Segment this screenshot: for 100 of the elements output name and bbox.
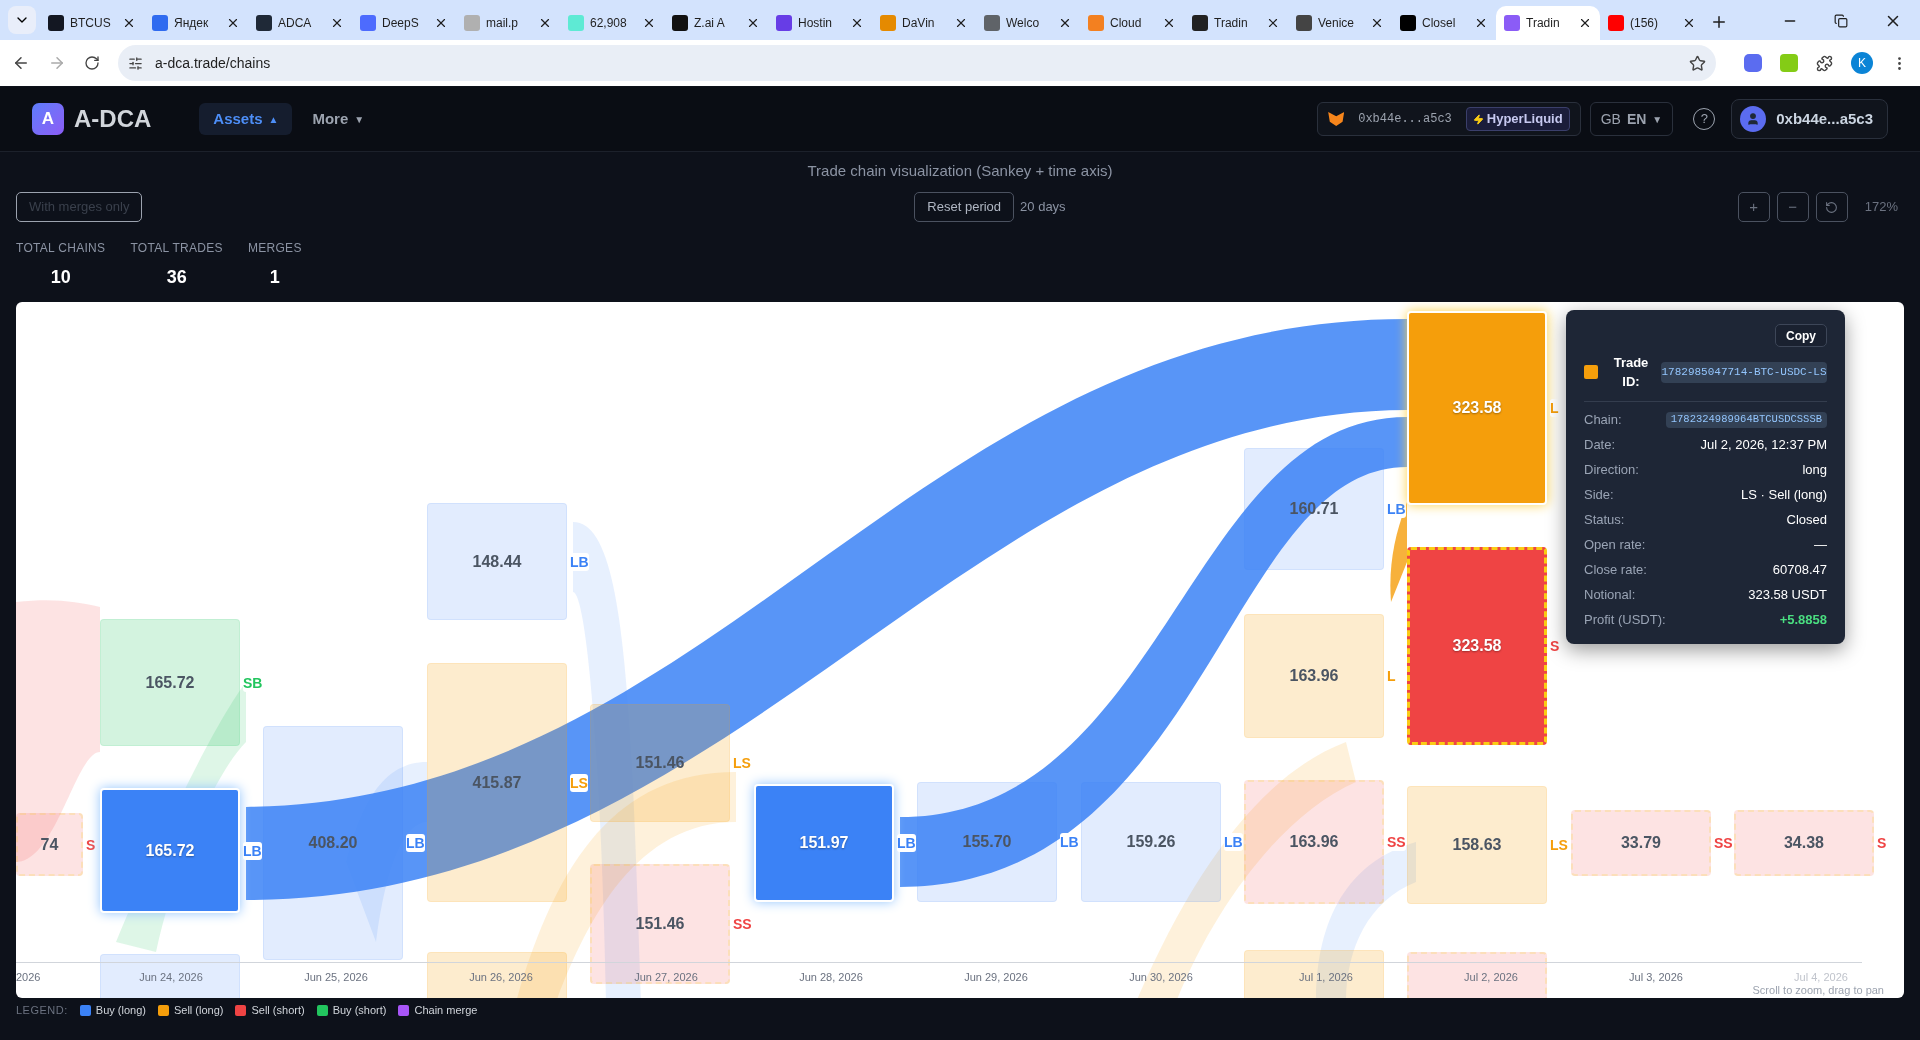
browser-tab[interactable]: ADCA [248,6,352,40]
logo-icon: A [32,103,64,135]
trade-id: 1782985047714-BTC-USDC-LS [1661,361,1827,383]
stat-value: 10 [50,266,71,289]
trade-node[interactable]: 74 [16,813,83,876]
extension-icon[interactable] [1744,54,1762,72]
close-icon[interactable] [1370,16,1384,30]
date-label: Jul 3, 2026 [1629,970,1683,985]
trade-node[interactable] [427,952,567,998]
date-label: Jul 2, 2026 [1464,970,1518,985]
detail-value: Closed [1786,511,1827,530]
tab-list-button[interactable] [8,6,36,34]
date-label: Jun 29, 2026 [964,970,1028,985]
close-icon[interactable] [1578,16,1592,30]
tab-title: Hostin [798,15,833,32]
side-tag: LB [897,834,916,852]
browser-tab[interactable]: Closel [1392,6,1496,40]
browser-tab[interactable]: Tradin [1184,6,1288,40]
stat-label: MERGES [247,240,302,257]
close-icon[interactable] [1162,16,1176,30]
new-tab-icon[interactable] [1710,13,1728,31]
reset-period-button[interactable]: Reset period [914,192,1015,222]
detail-value: LS · Sell (long) [1741,486,1827,505]
close-icon[interactable] [330,16,344,30]
trade-node[interactable]: 159.26 [1081,782,1221,902]
zoom-in-button[interactable]: + [1737,192,1770,222]
browser-tab[interactable]: Hostin [768,6,872,40]
side-tag: LB [570,552,589,571]
avatar-icon [1746,112,1761,126]
browser-tab[interactable]: Venice [1288,6,1392,40]
trade-node[interactable] [1407,952,1547,998]
close-icon[interactable] [226,16,240,30]
close-icon[interactable] [1266,16,1280,30]
date-label: Jun 26, 2026 [469,970,533,985]
trade-node[interactable]: 163.96 [1244,780,1384,904]
legend-label: Sell (long) [173,1002,224,1018]
browser-tab[interactable]: Tradin [1496,6,1600,40]
detail-value: +5.8858 [1779,611,1827,630]
browser-tab[interactable]: BTCUS [40,6,144,40]
browser-tab[interactable]: Яндек [144,6,248,40]
detail-label: Direction: [1584,461,1639,480]
browser-tab[interactable]: Cloud [1080,6,1184,40]
close-icon[interactable] [1058,16,1072,30]
browser-tab[interactable]: Welco [976,6,1080,40]
zoom-out-button[interactable]: − [1776,192,1809,222]
close-icon[interactable] [642,16,656,30]
close-icon[interactable] [954,16,968,30]
zoom-reset-button[interactable] [1815,192,1848,222]
tab-title: Cloud [1110,15,1143,32]
trade-node[interactable]: 148.44 [427,503,567,620]
browser-tab[interactable]: (156) [1600,6,1704,40]
reset-icon [1825,200,1839,214]
browser-tab[interactable]: 62,908 [560,6,664,40]
trade-node[interactable] [1244,950,1384,998]
close-icon[interactable] [850,16,864,30]
browser-tab[interactable]: DeepS [352,6,456,40]
extensions-icon[interactable] [1816,54,1833,72]
back-icon[interactable] [12,54,30,72]
trade-node[interactable]: 151.97 [754,784,894,902]
language-selector[interactable]: GB EN ▼ [1589,102,1674,136]
close-icon[interactable] [1682,16,1696,30]
tab-title: DeepS [382,15,420,32]
period-label: 20 days [1020,198,1066,217]
profile-avatar[interactable]: K [1851,52,1873,74]
close-icon[interactable] [746,16,760,30]
side-tag: LB [406,834,425,852]
close-icon[interactable] [538,16,552,30]
detail-label: Profit (USDT): [1584,611,1666,630]
date-label: Jun 25, 2026 [304,970,368,985]
close-icon[interactable] [122,16,136,30]
close-icon[interactable] [434,16,448,30]
bookmark-star-icon[interactable] [1689,54,1706,72]
nav-menu-button[interactable]: Assets ▲ [199,103,293,135]
detail-label: Chain: [1584,411,1622,430]
trade-node[interactable]: 34.38 [1734,810,1874,876]
url-text: a-dca.trade/chains [155,53,272,73]
trade-node[interactable]: 165.72 [100,619,240,746]
restore-icon[interactable] [1834,14,1848,28]
trade-node[interactable] [100,954,240,998]
trade-node[interactable]: 165.72 [100,788,240,913]
copy-button[interactable]: Copy [1775,324,1827,347]
account-button[interactable]: 0xb44e...a5c3 [1731,99,1888,139]
close-icon[interactable] [1474,16,1488,30]
site-settings-icon[interactable] [128,55,143,71]
detail-value: 323.58 USDT [1748,586,1827,605]
browser-tab[interactable]: DaVin [872,6,976,40]
wallet-chip[interactable]: 0xb44e...a5c3 HyperLiquid [1317,102,1581,136]
detail-label: Date: [1584,436,1616,455]
trade-node[interactable]: 163.96 [1244,614,1384,738]
legend-label: Buy (short) [332,1002,387,1018]
browser-tab[interactable]: Z.ai A [664,6,768,40]
tab-title: Tradin [1526,15,1561,32]
trade-node[interactable]: 33.79 [1571,810,1711,876]
reload-icon[interactable] [84,55,100,71]
detail-label: Close rate: [1584,561,1647,580]
address-bar[interactable]: a-dca.trade/chains [118,45,1716,81]
trade-node[interactable]: 323.58 [1407,547,1547,745]
browser-tab[interactable]: mail.p [456,6,560,40]
nav-menu-button[interactable]: More ▼ [298,103,379,135]
trade-node[interactable]: 158.63 [1407,786,1547,904]
